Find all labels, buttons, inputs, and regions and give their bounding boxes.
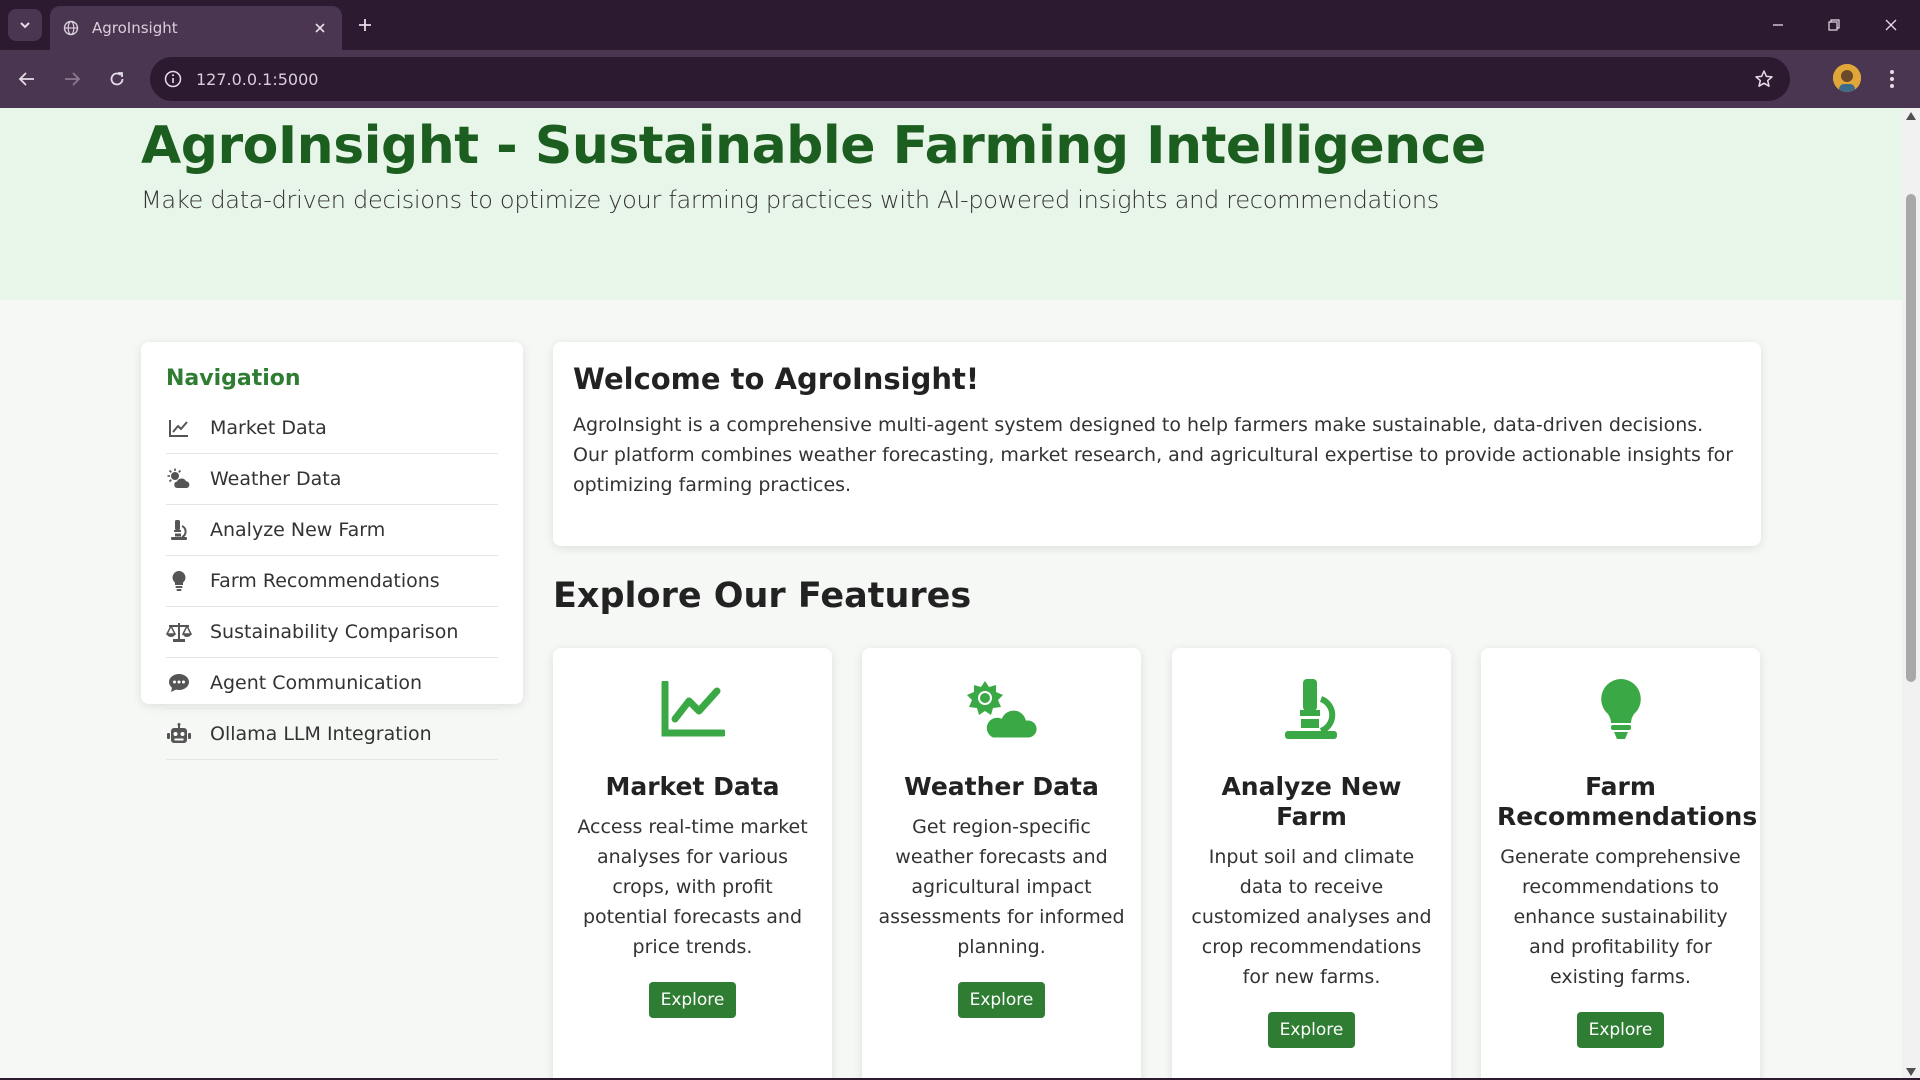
features-heading: Explore Our Features <box>553 576 972 616</box>
cloud-sun-icon <box>166 466 192 492</box>
nav-item-agent-communication[interactable]: Agent Communication <box>166 658 498 709</box>
scrollbar-thumb[interactable] <box>1906 194 1916 682</box>
nav-item-label: Farm Recommendations <box>210 570 440 592</box>
chart-line-icon <box>569 676 816 742</box>
nav-item-weather-data[interactable]: Weather Data <box>166 454 498 505</box>
nav-item-analyze-new-farm[interactable]: Analyze New Farm <box>166 505 498 556</box>
nav-item-label: Market Data <box>210 417 327 439</box>
feature-title: Analyze New Farm <box>1221 772 1402 831</box>
browser-tab-bar: AgroInsight <box>0 0 1920 50</box>
reload-icon <box>110 72 124 86</box>
feature-description: Generate comprehensive recommendations t… <box>1500 846 1741 988</box>
back-button[interactable] <box>11 63 43 95</box>
welcome-card: Welcome to AgroInsight! AgroInsight is a… <box>553 342 1761 546</box>
feature-description: Input soil and climate data to receive c… <box>1191 846 1432 988</box>
navigation-heading: Navigation <box>166 366 301 391</box>
feature-title: Market Data <box>605 772 780 801</box>
microscope-icon <box>166 517 192 543</box>
microscope-icon <box>1188 676 1435 742</box>
welcome-text: AgroInsight is a comprehensive multi-age… <box>573 414 1734 496</box>
nav-item-label: Sustainability Comparison <box>210 621 459 643</box>
feature-card-market-data: Market Data Access real-time market anal… <box>553 648 832 1080</box>
tab-search-button[interactable] <box>8 9 42 41</box>
scroll-up-arrow[interactable] <box>1906 112 1916 120</box>
chevron-down-icon <box>20 22 30 29</box>
cloud-sun-icon <box>878 676 1125 742</box>
welcome-title: Welcome to AgroInsight! <box>573 362 980 396</box>
explore-button[interactable]: Explore <box>1576 1012 1665 1048</box>
restore-icon <box>1828 19 1840 31</box>
page-title: AgroInsight - Sustainable Farming Intell… <box>141 116 1486 176</box>
arrow-right-icon <box>65 72 81 86</box>
browser-toolbar: 127.0.0.1:5000 <box>0 50 1920 108</box>
comment-dots-icon <box>166 670 192 696</box>
nav-item-farm-recommendations[interactable]: Farm Recommendations <box>166 556 498 607</box>
nav-item-market-data[interactable]: Market Data <box>166 403 498 454</box>
close-icon[interactable] <box>310 18 330 38</box>
plus-icon <box>359 19 371 31</box>
chart-line-icon <box>166 415 192 441</box>
info-icon[interactable] <box>162 68 184 90</box>
nav-item-sustainability-comparison[interactable]: Sustainability Comparison <box>166 607 498 658</box>
forward-button[interactable] <box>56 63 88 95</box>
new-tab-button[interactable] <box>352 12 378 38</box>
lightbulb-icon <box>1497 676 1744 742</box>
browser-menu-button[interactable] <box>1880 64 1904 94</box>
page-scrollbar[interactable] <box>1902 108 1920 1080</box>
balance-scale-icon <box>166 619 192 645</box>
explore-button[interactable]: Explore <box>648 982 737 1018</box>
feature-description: Get region-specific weather forecasts an… <box>878 816 1125 958</box>
nav-item-label: Weather Data <box>210 468 342 490</box>
profile-avatar[interactable] <box>1833 64 1861 92</box>
url-text[interactable]: 127.0.0.1:5000 <box>196 70 318 89</box>
navigation-card: Navigation Market Data Weather Data Anal… <box>141 342 523 760</box>
feature-card-weather-data: Weather Data Get region-specific weather… <box>862 648 1141 1080</box>
feature-title: Farm Recommendations <box>1497 772 1758 831</box>
nav-item-ollama-llm-integration[interactable]: Ollama LLM Integration <box>166 709 498 760</box>
hero-banner: AgroInsight - Sustainable Farming Intell… <box>0 108 1902 300</box>
nav-item-label: Analyze New Farm <box>210 519 386 541</box>
explore-button[interactable]: Explore <box>957 982 1046 1018</box>
robot-icon <box>166 721 192 747</box>
lightbulb-icon <box>166 568 192 594</box>
nav-item-label: Ollama LLM Integration <box>210 723 432 745</box>
feature-title: Weather Data <box>904 772 1099 801</box>
minimize-icon <box>1773 24 1783 26</box>
page-viewport: AgroInsight - Sustainable Farming Intell… <box>0 108 1920 1080</box>
page-subtitle: Make data-driven decisions to optimize y… <box>141 186 1439 214</box>
address-bar[interactable]: 127.0.0.1:5000 <box>150 57 1790 101</box>
close-window-button[interactable] <box>1876 10 1906 40</box>
bookmark-star-icon[interactable] <box>1752 67 1776 91</box>
feature-card-analyze-new-farm: Analyze New Farm Input soil and climate … <box>1172 648 1451 1080</box>
minimize-button[interactable] <box>1763 10 1793 40</box>
feature-card-farm-recommendations: Farm Recommendations Generate comprehens… <box>1481 648 1760 1080</box>
arrow-left-icon <box>18 72 34 86</box>
tab-title: AgroInsight <box>92 19 178 37</box>
restore-button[interactable] <box>1819 10 1849 40</box>
more-vert-icon <box>1890 70 1894 88</box>
explore-button[interactable]: Explore <box>1267 1012 1356 1048</box>
reload-button[interactable] <box>101 63 133 95</box>
navigation-list: Market Data Weather Data Analyze New Far… <box>166 403 498 760</box>
feature-description: Access real-time market analyses for var… <box>577 816 808 958</box>
nav-item-label: Agent Communication <box>210 672 423 694</box>
close-icon <box>1885 19 1897 31</box>
scroll-down-arrow[interactable] <box>1906 1068 1916 1076</box>
globe-icon <box>62 19 80 37</box>
browser-tab[interactable]: AgroInsight <box>50 6 342 50</box>
